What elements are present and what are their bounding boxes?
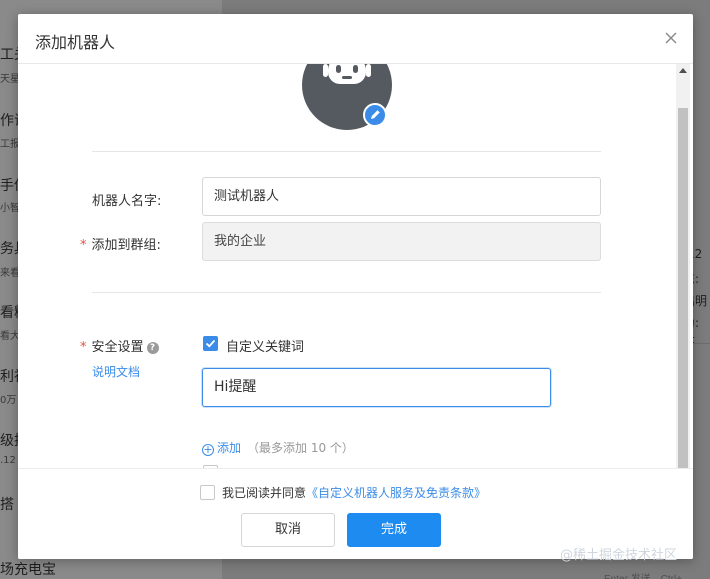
robot-name-input[interactable]: 测试机器人: [202, 177, 601, 216]
robot-name-label: 机器人名字:: [92, 194, 162, 209]
section-divider: [92, 151, 601, 152]
required-mark: *: [80, 238, 87, 253]
group-label: * 添加到群组:: [80, 234, 161, 253]
scrollbar-thumb[interactable]: [678, 108, 688, 468]
security-label-text: 安全设置: [91, 340, 144, 355]
agree-checkbox[interactable]: [200, 485, 215, 500]
pencil-icon: [371, 110, 380, 119]
add-robot-dialog: 添加机器人 机器人名字: 测试机器人 * 添加到群组: 我的企业 * 安全设置 …: [18, 14, 693, 559]
bg-list-item-title: 搭: [0, 497, 14, 513]
scroll-up-arrow-icon[interactable]: [679, 68, 687, 73]
bg-list-item-sub: 0万: [0, 395, 17, 406]
section-divider: [92, 292, 601, 293]
add-keyword-link[interactable]: 添加: [217, 441, 241, 455]
doc-link[interactable]: 说明文档: [92, 363, 140, 380]
plus-circle-icon: +: [202, 443, 214, 456]
check-icon: [205, 339, 216, 348]
terms-link[interactable]: 《自定义机器人服务及免责条款》: [306, 486, 486, 500]
dialog-header: 添加机器人: [18, 14, 693, 64]
group-field: 我的企业: [202, 222, 601, 261]
bg-list-item-sub: 工报: [0, 139, 20, 150]
edit-avatar-button[interactable]: [363, 103, 387, 127]
agree-text: 我已阅读并同意: [222, 486, 307, 500]
required-mark: *: [80, 340, 87, 355]
bg-send-hint: Enter 发送，Ctrl+: [604, 570, 682, 579]
add-limit-hint: （最多添加 10 个）: [247, 441, 354, 455]
help-icon[interactable]: ?: [146, 342, 159, 354]
group-label-text: 添加到群组:: [91, 238, 161, 253]
add-keyword-row[interactable]: + 添加 （最多添加 10 个）: [202, 439, 354, 456]
bg-list-item-sub: 小智: [0, 203, 20, 214]
dialog-scrollbar[interactable]: [676, 64, 690, 468]
close-icon[interactable]: [664, 31, 678, 45]
bg-list-item-sub: 天星: [0, 74, 20, 85]
dialog-body[interactable]: 机器人名字: 测试机器人 * 添加到群组: 我的企业 * 安全设置? 说明文档 自定…: [18, 64, 693, 468]
bg-list-item-sub: .12: [0, 455, 16, 466]
security-label: * 安全设置?: [80, 336, 159, 355]
agree-row: 我已阅读并同意《自定义机器人服务及免责条款》: [200, 484, 486, 501]
bg-list-item-sub: 来看: [0, 268, 20, 279]
dialog-title: 添加机器人: [35, 33, 116, 52]
bg-list-item-sub: 看大: [0, 331, 20, 342]
watermark: @稀土掘金技术社区: [560, 548, 678, 563]
cancel-button[interactable]: 取消: [241, 513, 335, 547]
keyword-checkbox-label: 自定义关键词: [226, 340, 305, 355]
keyword-checkbox[interactable]: [203, 336, 218, 351]
bg-list-item-title: 场充电宝: [0, 562, 56, 578]
finish-button[interactable]: 完成: [347, 513, 441, 547]
keyword-input[interactable]: Hi提醒: [202, 368, 551, 407]
